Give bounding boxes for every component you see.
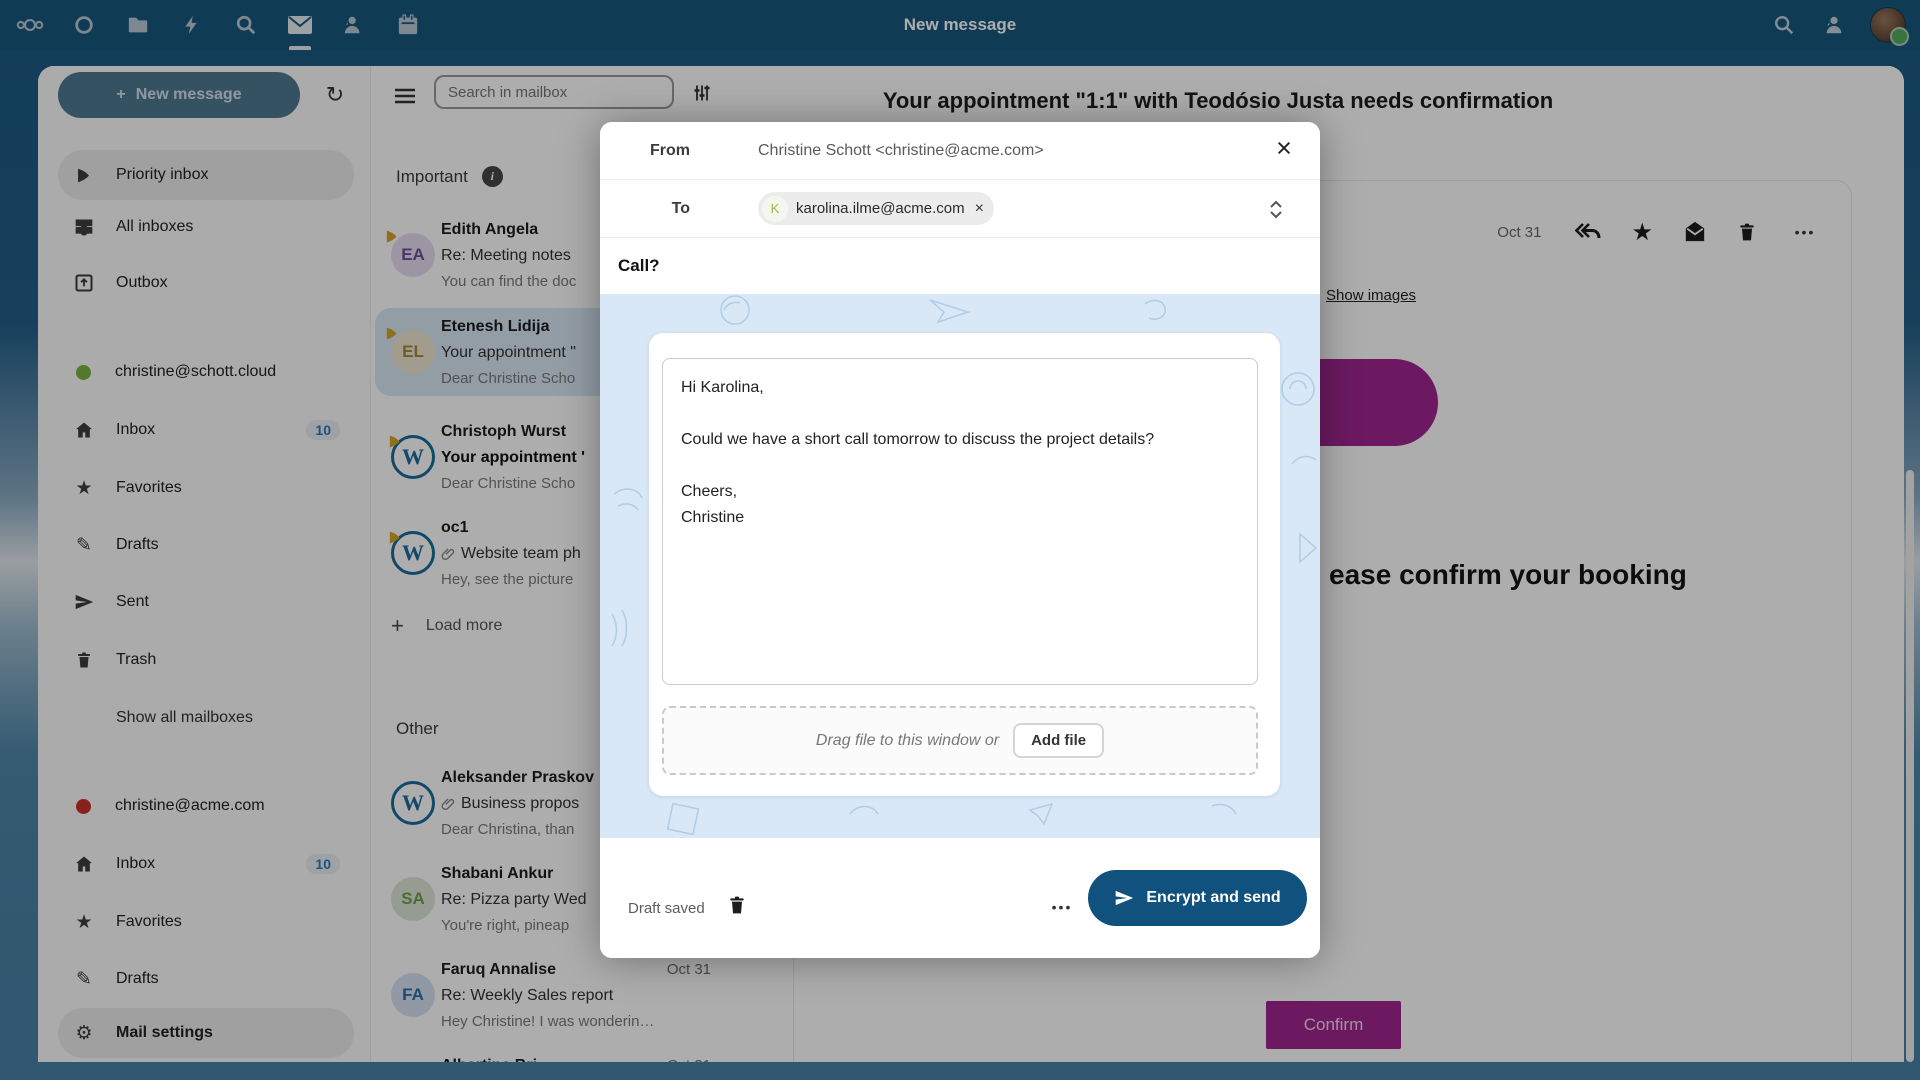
from-row[interactable]: From Christine Schott <christine@acme.co… [600, 122, 1320, 180]
close-icon[interactable]: × [1266, 130, 1302, 166]
body-line: Could we have a short call tomorrow to d… [681, 427, 1239, 453]
from-label: From [600, 122, 690, 179]
editor-background: Hi Karolina, Could we have a short call … [600, 294, 1320, 838]
drag-hint: Drag file to this window or [816, 732, 999, 750]
body-line: Christine [681, 505, 1239, 531]
add-file-button[interactable]: Add file [1013, 723, 1104, 758]
draft-status: Draft saved [628, 900, 705, 917]
remove-recipient-icon[interactable]: × [975, 200, 984, 218]
recipient-email: karolina.ilme@acme.com [796, 200, 965, 217]
discard-draft-icon[interactable] [722, 890, 752, 920]
subject-row[interactable]: Call? [600, 238, 1320, 295]
send-icon [1114, 888, 1134, 908]
composer-more-icon[interactable]: ••• [1044, 892, 1080, 922]
body-line: Cheers, [681, 479, 1239, 505]
composer-modal: From Christine Schott <christine@acme.co… [600, 122, 1320, 958]
from-value[interactable]: Christine Schott <christine@acme.com> [758, 122, 1044, 179]
recipient-chip[interactable]: K karolina.ilme@acme.com × [758, 192, 994, 225]
encrypt-send-button[interactable]: Encrypt and send [1088, 870, 1307, 926]
message-body-editor[interactable]: Hi Karolina, Could we have a short call … [662, 358, 1258, 685]
subject-value: Call? [618, 256, 660, 276]
to-label: To [600, 180, 690, 237]
recipient-avatar: K [762, 196, 788, 222]
body-line: Hi Karolina, [681, 375, 1239, 401]
attachment-dropzone[interactable]: Drag file to this window or Add file [662, 706, 1258, 775]
to-row[interactable]: To K karolina.ilme@acme.com × [600, 180, 1320, 238]
editor-card: Hi Karolina, Could we have a short call … [649, 333, 1280, 796]
expand-recipients-icon[interactable] [1264, 193, 1288, 225]
